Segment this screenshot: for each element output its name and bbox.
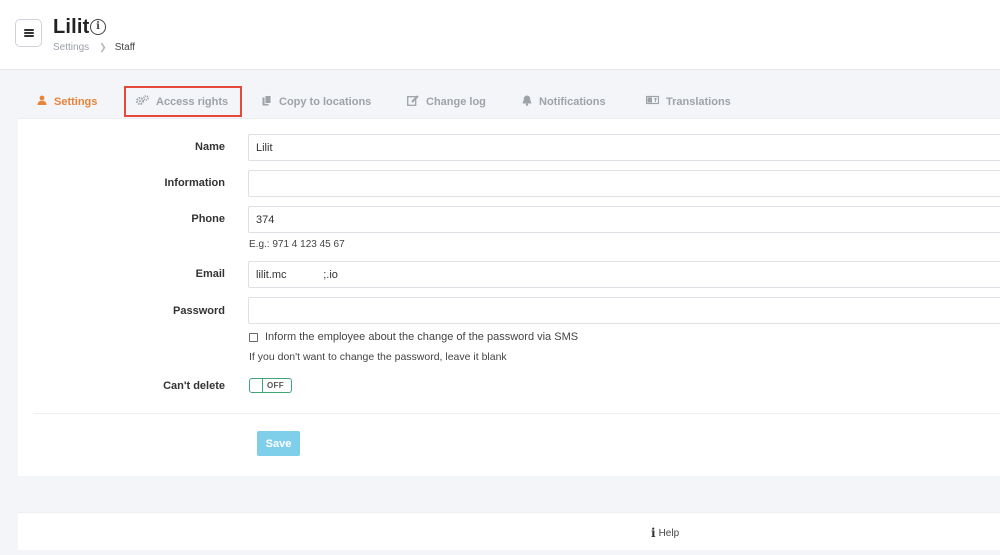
cant-delete-toggle[interactable]: OFF	[249, 378, 292, 393]
tab-label: Copy to locations	[279, 95, 372, 108]
menu-button[interactable]	[15, 19, 42, 47]
form-divider	[33, 413, 1000, 414]
info-icon[interactable]: i	[90, 19, 106, 35]
password-hint: If you don't want to change the password…	[249, 351, 507, 363]
chevron-right-icon: ❯	[99, 42, 107, 52]
tab-notifications[interactable]: Notifications	[522, 85, 606, 118]
edit-icon	[407, 94, 419, 109]
save-button[interactable]: Save	[257, 431, 300, 456]
info-icon: i	[651, 526, 656, 540]
gears-icon	[136, 95, 149, 108]
translate-icon	[645, 95, 660, 108]
name-input[interactable]	[248, 134, 1000, 161]
settings-form-panel: Name Information Phone E.g.: 971 4 123 4…	[18, 118, 1000, 476]
phone-hint: E.g.: 971 4 123 45 67	[249, 239, 345, 250]
tab-label: Settings	[54, 95, 98, 108]
email-label: Email	[195, 268, 225, 280]
page-title: Lilit	[53, 16, 90, 38]
help-label: Help	[658, 527, 680, 539]
user-icon	[37, 95, 47, 108]
help-link[interactable]: i Help	[651, 526, 679, 540]
password-label: Password	[173, 305, 225, 317]
breadcrumb-settings[interactable]: Settings	[53, 42, 89, 53]
page-footer: i Help	[18, 512, 1000, 550]
toggle-state: OFF	[267, 381, 284, 390]
sms-notify-checkbox[interactable]	[249, 332, 258, 342]
information-label: Information	[164, 177, 226, 189]
sms-notify-option: Inform the employee about the change of …	[249, 331, 578, 343]
tab-label: Change log	[426, 95, 486, 108]
email-input[interactable]	[248, 261, 1000, 288]
breadcrumb: Settings ❯ Staff	[53, 42, 135, 53]
tab-settings[interactable]: Settings	[37, 85, 97, 118]
page-header: Lilit i Settings ❯ Staff	[0, 0, 1000, 70]
cant-delete-label: Can't delete	[163, 380, 225, 392]
phone-input[interactable]	[248, 206, 1000, 233]
tab-label: Notifications	[539, 95, 606, 108]
name-label: Name	[195, 141, 225, 153]
tab-change-log[interactable]: Change log	[407, 85, 486, 118]
tab-copy-to-locations[interactable]: Copy to locations	[262, 85, 371, 118]
tab-label: Access rights	[156, 95, 229, 108]
tab-access-rights[interactable]: Access rights	[136, 85, 228, 118]
breadcrumb-staff: Staff	[114, 42, 136, 53]
tab-label: Translations	[666, 95, 731, 108]
tab-bar: Settings Access rights Copy to locations…	[18, 85, 1000, 118]
toggle-knob	[250, 379, 263, 392]
password-input[interactable]	[248, 297, 1000, 324]
information-input[interactable]	[248, 170, 1000, 197]
bell-icon	[522, 95, 532, 109]
hamburger-icon	[23, 29, 34, 37]
copy-icon	[262, 94, 272, 109]
tab-translations[interactable]: Translations	[645, 85, 731, 118]
phone-label: Phone	[191, 213, 225, 225]
sms-notify-label: Inform the employee about the change of …	[265, 331, 579, 343]
